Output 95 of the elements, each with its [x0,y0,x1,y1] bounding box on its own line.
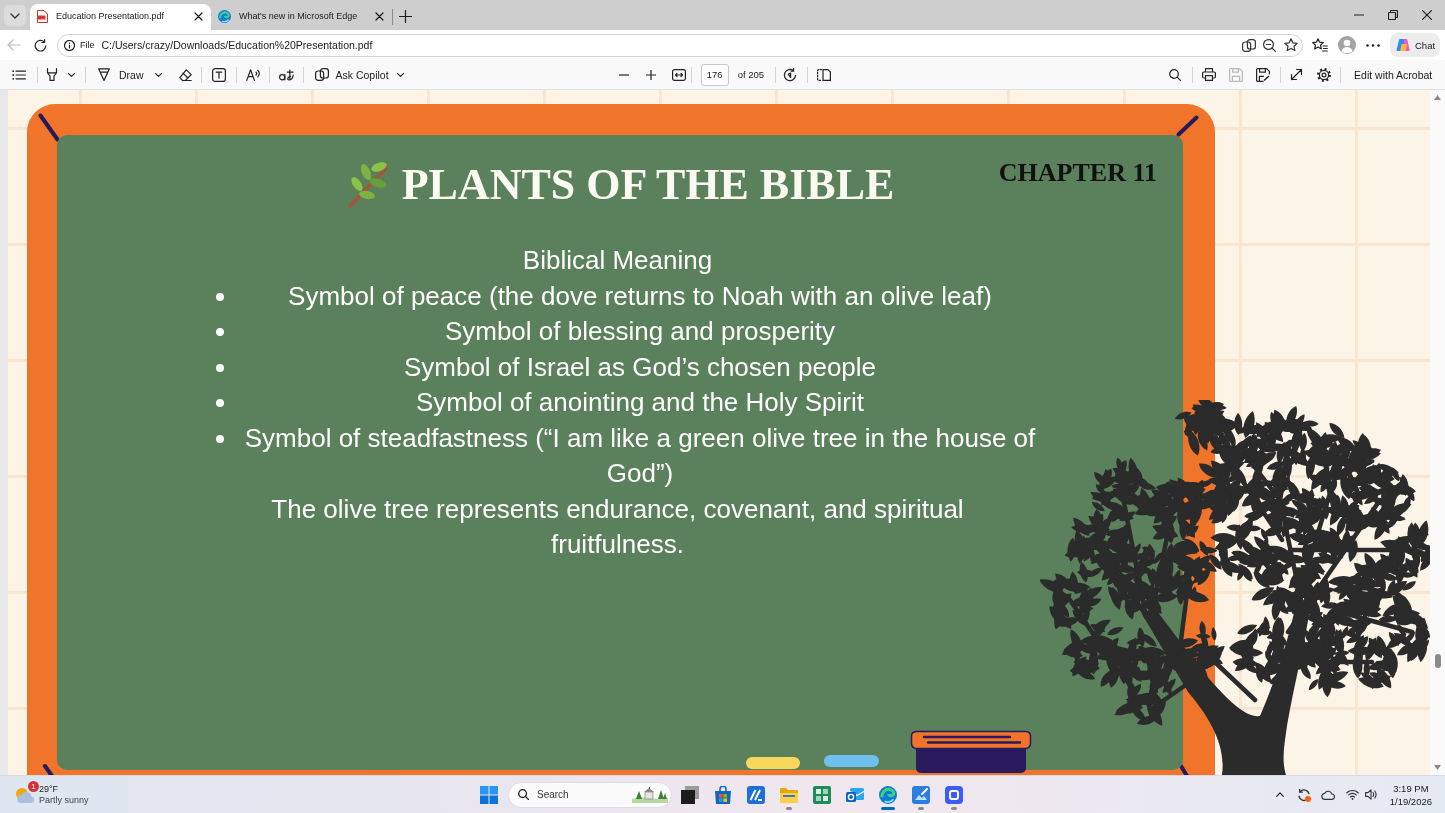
stacked-windows-icon[interactable] [680,786,699,804]
bullet-text: Symbol of peace (the dove returns to Noah with an olive leaf) [287,279,993,313]
bullet-icon [216,363,224,372]
browser-icon [218,9,231,23]
info-icon [64,39,75,51]
clock-date[interactable]: 1/19/2026 [1389,795,1432,807]
scrollbar[interactable] [1430,90,1445,775]
bullet-text: Symbol of anointing and the Holy Spirit [415,386,865,419]
overlapping-shapes-icon [314,68,329,81]
slide-heading: Biblical Meaning [521,244,714,277]
tile-grid-icon[interactable] [812,786,831,804]
corner-stroke [1178,763,1190,775]
contents-list-icon[interactable] [12,69,26,80]
scrollbar-thumb[interactable] [1434,654,1441,668]
two-page-icon[interactable] [817,68,832,81]
draw-button[interactable]: Draw [98,68,144,81]
landscape-icon [632,786,668,803]
wifi-icon[interactable] [1345,789,1359,800]
caret-icon[interactable] [396,72,404,77]
favorites-icon[interactable] [1312,38,1328,52]
scroll-up-icon[interactable] [1434,95,1441,100]
bullet-text: Symbol of steadfastness (“I am like a green olive tree in the house of God”) [243,421,1037,490]
bullet-icon [216,434,224,443]
new-tab-icon[interactable] [399,9,412,23]
corner-stroke [42,763,54,775]
shopping-bag-icon[interactable] [713,786,732,804]
closing-text: The olive tree represents endurance, covenant, and spiritual fruitfulness. [270,492,965,561]
slanted-lines-icon[interactable] [746,786,765,804]
expand-icon[interactable] [1290,68,1304,81]
bullet-icon [216,399,224,407]
start-icon[interactable] [480,785,498,804]
caret-icon[interactable] [68,72,75,77]
rounded-square-icon[interactable] [944,786,963,804]
browser-tab[interactable]: What's new in Microsoft Edge [211,4,392,30]
chevron-down-icon [10,12,20,19]
chat-logo-icon [1396,38,1410,52]
clock-time[interactable]: 3:19 PM [1393,782,1429,794]
settings-icon[interactable] [1317,67,1332,82]
scroll-down-icon[interactable] [1434,765,1441,770]
sync-icon[interactable] [1296,787,1311,802]
cloud-icon[interactable] [1320,789,1335,800]
close-window-icon[interactable] [1422,10,1432,20]
leaf-branch-icon [345,161,390,208]
chalk-stick [746,757,800,769]
star-icon[interactable] [1284,38,1298,52]
corner-stroke [38,113,60,142]
chevron-up-icon[interactable] [1275,792,1284,797]
rotate-icon[interactable] [783,67,798,82]
bullet-text: Symbol of blessing and prosperity [443,315,837,348]
chalk-stick [824,755,879,767]
browser-tab[interactable]: Education Presentation.pdf [30,4,211,30]
translate-icon[interactable] [278,68,294,81]
edit-pdf-button[interactable]: Edit with Acrobat [1354,68,1433,81]
search-icon [518,789,529,800]
search-icon[interactable] [1169,68,1182,81]
envelope-icon[interactable] [845,788,864,802]
bullet-icon [216,292,224,301]
read-aloud-icon[interactable] [245,68,260,81]
temperature-text[interactable]: 29°F [39,784,89,794]
caret-icon[interactable] [154,72,162,77]
picture-pen-icon[interactable] [911,786,930,804]
bullet-text: Symbol of Israel as God’s chosen people [402,350,878,384]
print-icon[interactable] [1202,68,1217,81]
corner-stroke [1176,115,1199,137]
save-as-icon[interactable] [1256,67,1271,82]
notification-badge: 1 [28,780,39,792]
weather-condition[interactable]: Partly sunny [39,795,89,805]
volume-icon[interactable] [1364,789,1377,800]
text-box-icon[interactable] [211,67,226,82]
refresh-icon[interactable] [34,38,47,52]
weather-icon[interactable] [14,785,36,804]
close-icon[interactable] [375,11,384,21]
close-icon[interactable] [194,11,203,21]
minus-icon[interactable] [618,73,629,76]
zoom-out-icon[interactable] [1263,38,1276,52]
page-count: of 205 [737,69,765,80]
folder-icon[interactable] [779,787,798,803]
slide-title: PLANTS OF THE BIBLE [401,159,895,211]
more-icon[interactable] [1366,43,1380,47]
restore-icon[interactable] [1388,10,1398,20]
browser-icon[interactable] [878,786,897,804]
plus-icon[interactable] [645,69,656,80]
chat-button[interactable]: Chat [1390,33,1440,57]
fit-width-icon[interactable] [671,68,686,81]
chapter-label: CHAPTER 11 [998,158,1157,188]
bullet-icon [216,328,224,336]
site-info-button[interactable]: File [64,39,95,51]
eraser-icon[interactable] [178,68,192,81]
pdf-file-icon [37,9,48,23]
page-number-field[interactable]: 176 [700,63,729,86]
overlapping-shapes-icon[interactable] [1242,38,1256,52]
highlighter-icon[interactable] [46,68,58,81]
ask-copilot-button[interactable]: Ask Copilot [314,68,389,81]
search-field[interactable]: Search [508,781,672,808]
pen-tip-icon [98,68,110,81]
